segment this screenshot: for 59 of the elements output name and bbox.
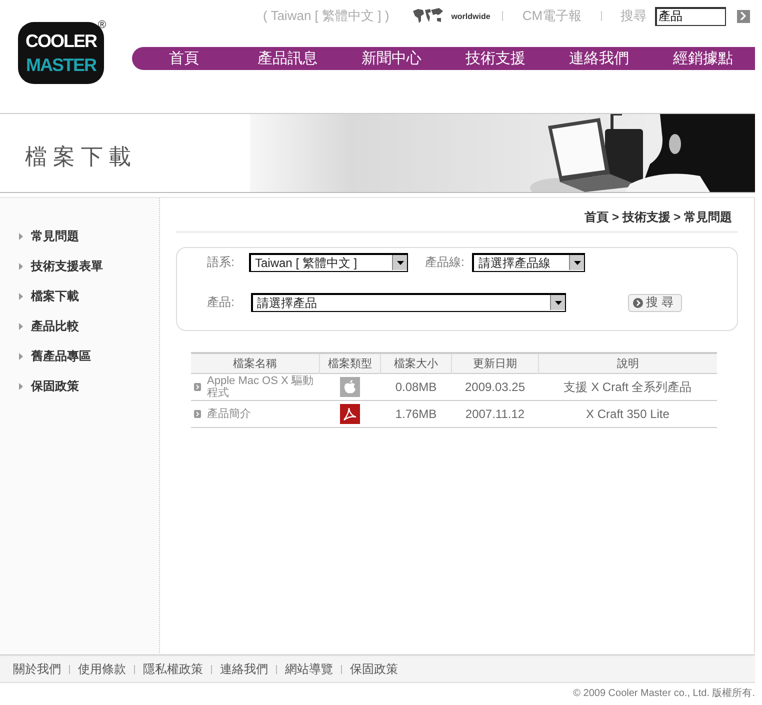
table-cell: 0.08MB (380, 374, 452, 400)
sidebar-item[interactable]: 產品比較 (0, 311, 159, 341)
sidebar-item[interactable]: 常見問題 (0, 221, 159, 251)
arrow-icon (19, 262, 23, 270)
go-button[interactable] (736, 10, 750, 22)
search-field[interactable]: 產品 (654, 6, 726, 26)
file-link[interactable]: Apple Mac OS X 驅動程式 (207, 375, 320, 399)
footer-link[interactable]: 連絡我們 (211, 664, 268, 674)
table-cell: 支援 X Craft 全系列產品 (538, 374, 717, 400)
column-header: 檔案名稱 (191, 353, 320, 374)
column-header: 更新日期 (452, 353, 538, 374)
table-cell: 1.76MB (380, 400, 452, 428)
arrow-icon (19, 292, 23, 300)
column-header: 檔案類型 (320, 353, 380, 374)
nav-link[interactable]: 產品訊息 (236, 49, 340, 68)
nav-link[interactable]: 首頁 (132, 49, 236, 68)
nav-link[interactable]: 連絡我們 (547, 49, 652, 68)
table-cell: 2009.03.25 (452, 374, 538, 400)
footer-link[interactable]: 關於我們 (13, 660, 61, 678)
dropdown[interactable]: 請選擇產品 (251, 293, 566, 312)
file-link[interactable]: 產品簡介 (207, 408, 251, 420)
sidebar-item[interactable]: 保固政策 (0, 371, 159, 401)
world-map-icon[interactable] (412, 7, 444, 25)
logo-text: COOLER (25, 30, 96, 53)
breadcrumb: 首頁 > 技術支援 > 常見問題 (176, 198, 738, 233)
pdf-icon (340, 404, 360, 424)
bullet-icon (194, 380, 201, 394)
field-label: 產品: (206, 294, 236, 311)
worldwide-link[interactable]: worldwide (451, 12, 490, 20)
sidebar-item[interactable]: 檔案下載 (0, 281, 159, 311)
footer-link[interactable]: 保固政策 (341, 664, 398, 674)
dropdown[interactable]: Taiwan [ 繁體中文 ] (249, 253, 408, 272)
arrow-icon (19, 382, 23, 390)
arrow-icon (19, 232, 23, 240)
dropdown[interactable]: 請選擇產品線 (472, 253, 586, 272)
registered-mark: ® (98, 19, 106, 31)
field-label: 產品線: (424, 254, 464, 271)
bullet-icon (194, 407, 201, 421)
footer-link[interactable]: 隱私權政策 (134, 664, 203, 674)
arrow-icon (19, 352, 23, 360)
table-cell: 2007.11.12 (452, 400, 538, 428)
footer-link[interactable]: 網站導覽 (276, 664, 333, 674)
nav-link[interactable]: 經銷據點 (651, 49, 755, 68)
search-label: 搜尋 (600, 11, 647, 21)
search-button[interactable]: 搜 尋 (628, 294, 682, 312)
footer-link[interactable]: 使用條款 (69, 664, 126, 674)
column-header: 檔案大小 (380, 353, 452, 374)
arrow-icon (19, 322, 23, 330)
nav-link[interactable]: 新聞中心 (340, 49, 444, 68)
sidebar-item[interactable]: 技術支援表單 (0, 251, 159, 281)
apple-icon (340, 377, 360, 397)
page-title: 檔案下載 (25, 143, 137, 171)
copyright: © 2009 Cooler Master co., Ltd. 版權所有. (572, 686, 755, 700)
field-label: 語系: (206, 254, 236, 271)
table-cell: X Craft 350 Lite (538, 400, 717, 428)
column-header: 說明 (538, 353, 717, 374)
nav-link[interactable]: 技術支援 (444, 49, 548, 68)
sidebar-item[interactable]: 舊產品專區 (0, 341, 159, 371)
logo-text: MASTER (26, 54, 96, 77)
